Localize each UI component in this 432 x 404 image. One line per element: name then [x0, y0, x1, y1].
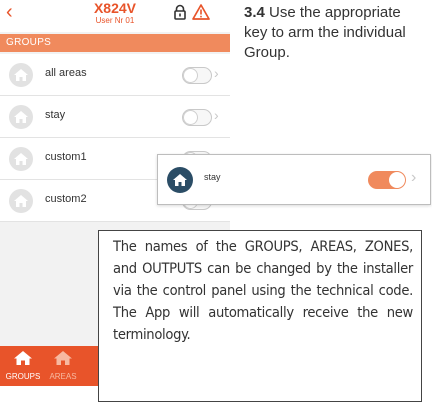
group-row-all-areas[interactable]: all areas ›: [0, 54, 230, 96]
group-label: stay: [45, 109, 66, 121]
note-text: The names of the GROUPS, AREAS, ZONES, a…: [113, 238, 413, 343]
group-row-stay[interactable]: stay ›: [0, 96, 230, 138]
callout-toggle[interactable]: [368, 171, 406, 189]
zoomed-row-callout: stay ›: [157, 154, 431, 205]
lock-icon[interactable]: [172, 4, 188, 20]
group-toggle[interactable]: [182, 109, 212, 126]
group-toggle[interactable]: [182, 67, 212, 84]
groups-home-icon: [14, 351, 32, 365]
home-icon: [9, 63, 33, 87]
home-icon: [167, 167, 193, 193]
warning-icon[interactable]: [192, 3, 210, 21]
section-header-label: GROUPS: [6, 37, 52, 48]
groups-section-header: GROUPS: [0, 34, 230, 52]
instruction-text: 3.4 Use the appropriate key to arm the i…: [244, 3, 424, 63]
group-label: all areas: [45, 67, 87, 79]
chevron-right-icon[interactable]: ›: [214, 107, 219, 123]
group-label: custom1: [45, 151, 87, 163]
chevron-right-icon[interactable]: ›: [214, 65, 219, 81]
tab-areas[interactable]: AREAS: [44, 350, 82, 381]
group-label: custom2: [45, 193, 87, 205]
chevron-right-icon[interactable]: ›: [411, 169, 416, 187]
areas-home-icon: [54, 351, 72, 365]
callout-label: stay: [204, 172, 221, 182]
top-bar: ‹ X824V User Nr 01: [0, 0, 230, 32]
tab-label: AREAS: [49, 372, 77, 381]
home-icon: [9, 147, 33, 171]
home-icon: [9, 105, 33, 129]
note-box: The names of the GROUPS, AREAS, ZONES, a…: [98, 230, 422, 402]
tab-groups[interactable]: GROUPS: [4, 350, 42, 381]
step-text: Use the appropriate key to arm the indiv…: [244, 4, 406, 61]
home-icon: [9, 189, 33, 213]
step-number: 3.4: [244, 4, 265, 21]
tab-label: GROUPS: [5, 372, 41, 381]
